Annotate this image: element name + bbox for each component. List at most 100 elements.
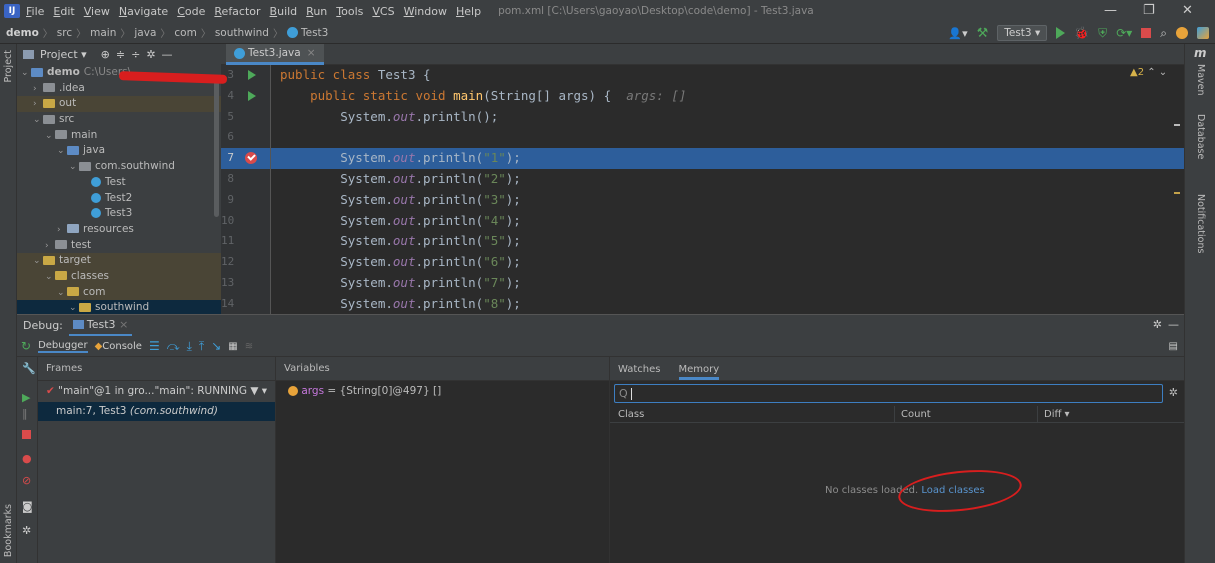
run-gutter-icon[interactable] <box>248 90 256 101</box>
locate-icon[interactable]: ⊕ <box>101 48 110 61</box>
step-over-icon[interactable]: ⤼ <box>167 339 180 354</box>
chevron-down-icon[interactable]: ⌄ <box>45 270 55 286</box>
console-tab[interactable]: ◆Console <box>95 341 142 352</box>
menu-navigate[interactable]: Navigate <box>119 5 168 18</box>
menu-run[interactable]: Run <box>306 5 327 18</box>
breadcrumb-com[interactable]: com <box>174 27 196 39</box>
run-gutter-icon[interactable] <box>248 70 256 80</box>
menu-view[interactable]: View <box>84 5 110 18</box>
class-search-input[interactable]: Q <box>614 384 1163 403</box>
hide-icon[interactable]: — <box>1168 318 1179 331</box>
build-hammer-icon[interactable]: ⚒ <box>977 26 989 41</box>
debug-icon[interactable]: 🐞 <box>1074 26 1089 40</box>
menu-tools[interactable]: Tools <box>336 5 363 18</box>
chevron-down-icon[interactable]: ⌄ <box>33 113 43 129</box>
breadcrumb-java[interactable]: java <box>134 27 156 39</box>
wrench-icon[interactable]: 🔧 <box>22 362 36 375</box>
chevron-down-icon[interactable]: ⌄ <box>45 129 55 145</box>
debug-session-tab[interactable]: Test3 × <box>68 315 133 337</box>
notifications-stripe-button[interactable]: Notifications <box>1195 194 1206 253</box>
tree-item[interactable]: ⌄ southwind <box>17 300 221 314</box>
filter-icon[interactable]: ▼ <box>250 385 258 397</box>
update-icon[interactable] <box>1176 27 1188 39</box>
settings-icon[interactable]: ✲ <box>1153 318 1162 331</box>
breadcrumb-main[interactable]: main <box>90 27 116 39</box>
tree-item[interactable]: ⌄ src <box>17 112 221 128</box>
user-icon[interactable]: 👤▾ <box>948 27 967 40</box>
editor-marker-bar[interactable] <box>1171 66 1181 314</box>
search-icon[interactable]: ⌕ <box>1160 26 1167 41</box>
debugger-tab[interactable]: Debugger <box>38 340 88 353</box>
tree-item[interactable]: Test <box>17 175 221 191</box>
rerun-icon[interactable]: ↻ <box>21 339 31 353</box>
breadcrumb-southwind[interactable]: southwind <box>215 27 269 39</box>
resume-icon[interactable]: ▶ <box>22 391 30 404</box>
breadcrumb-demo[interactable]: demo <box>6 27 39 39</box>
chevron-right-icon[interactable]: › <box>57 223 67 239</box>
tree-item[interactable]: ⌄ main <box>17 128 221 144</box>
evaluate-icon[interactable]: ▦ <box>228 341 237 352</box>
step-out-icon[interactable]: ⤒ <box>199 339 204 354</box>
inspection-warnings[interactable]: ▲2 ⌃ ⌄ <box>1130 67 1167 78</box>
plugin-icon[interactable] <box>1197 27 1209 39</box>
chevron-down-icon[interactable]: ⌄ <box>69 301 79 314</box>
restore-icon[interactable]: ❐ <box>1143 3 1155 18</box>
stop-icon[interactable] <box>22 429 31 442</box>
tree-item[interactable]: ⌄ com.southwind <box>17 159 221 175</box>
profile-icon[interactable]: ⟳▾ <box>1116 26 1132 40</box>
chevron-right-icon[interactable]: › <box>33 97 43 113</box>
frame-row[interactable]: main:7, Test3 (com.southwind) <box>38 402 275 421</box>
step-into-icon[interactable]: ⤓ <box>187 339 192 354</box>
tree-item[interactable]: ⌄ java <box>17 143 221 159</box>
minimize-icon[interactable]: — <box>1104 3 1117 18</box>
column-count[interactable]: Count <box>894 406 1037 422</box>
tree-item[interactable]: ⌄ classes <box>17 268 221 286</box>
settings-icon[interactable]: ✲ <box>22 524 31 537</box>
project-scrollbar[interactable] <box>214 80 219 217</box>
chevron-right-icon[interactable]: › <box>33 82 43 98</box>
chevron-down-icon[interactable]: ⌄ <box>69 160 79 176</box>
menu-file[interactable]: File <box>26 5 44 18</box>
tree-item[interactable]: ⌄ com <box>17 284 221 302</box>
stop-icon[interactable] <box>1141 28 1152 38</box>
menu-build[interactable]: Build <box>270 5 298 18</box>
run-icon[interactable] <box>1056 27 1066 39</box>
database-stripe-button[interactable]: Database <box>1195 114 1206 159</box>
view-breakpoints-icon[interactable]: ● <box>22 452 32 465</box>
tree-item[interactable]: › out <box>17 96 221 113</box>
maven-m-icon[interactable]: m <box>1194 46 1207 60</box>
menu-refactor[interactable]: Refactor <box>214 5 260 18</box>
tree-item[interactable]: › test <box>17 238 221 254</box>
camera-icon[interactable]: ◙ <box>22 500 33 513</box>
settings-icon[interactable]: ✲ <box>146 48 155 61</box>
tree-item[interactable]: Test2 <box>17 191 221 207</box>
pause-icon[interactable]: ‖ <box>22 407 28 420</box>
column-diff[interactable]: Diff ▾ <box>1037 406 1070 422</box>
menu-vcs[interactable]: VCS <box>372 5 394 18</box>
chevron-down-icon[interactable]: ⌄ <box>57 286 67 302</box>
coverage-icon[interactable]: ⛨ <box>1098 26 1107 41</box>
project-view-selector[interactable]: Project ▾ <box>40 48 87 61</box>
close-icon[interactable]: ✕ <box>1182 3 1193 18</box>
breadcrumb-test3[interactable]: Test3 <box>301 27 328 39</box>
expand-all-icon[interactable]: ≑ <box>116 48 125 61</box>
close-tab-icon[interactable]: × <box>307 47 316 59</box>
column-class[interactable]: Class <box>610 406 894 422</box>
layout-icon[interactable]: ▤ <box>1169 341 1178 352</box>
code-editor[interactable]: public class Test3 { public static void … <box>271 65 1184 314</box>
chevron-down-icon[interactable]: ⌄ <box>33 254 43 270</box>
load-classes-link[interactable]: Load classes <box>921 485 984 496</box>
menu-help[interactable]: Help <box>456 5 481 18</box>
tree-item[interactable]: › resources <box>17 222 221 238</box>
thread-selector[interactable]: ✔ "main"@1 in gro..."main": RUNNING ▼ ▾ <box>38 381 275 402</box>
variable-row[interactable]: args = {String[0]@497} [] <box>276 381 609 401</box>
editor-tab-test3[interactable]: Test3.java × <box>226 44 324 65</box>
trace-icon[interactable]: ≋ <box>245 341 253 352</box>
hide-icon[interactable]: — <box>162 48 173 61</box>
breadcrumb-src[interactable]: src <box>57 27 72 39</box>
watches-tab[interactable]: Watches <box>618 364 661 380</box>
menu-code[interactable]: Code <box>177 5 205 18</box>
mute-breakpoints-icon[interactable]: ⊘ <box>22 474 31 487</box>
run-configuration-select[interactable]: Test3 ▾ <box>997 25 1048 41</box>
menu-window[interactable]: Window <box>404 5 447 18</box>
